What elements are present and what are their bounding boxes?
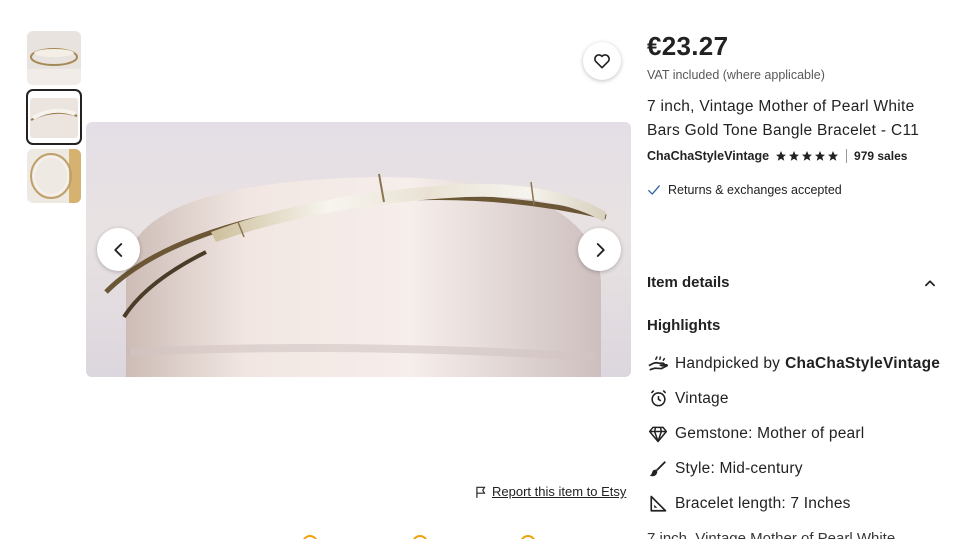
divider <box>846 149 848 163</box>
price: €23.27 <box>647 31 729 61</box>
sales-count: 979 sales <box>854 149 908 163</box>
product-title: 7 inch, Vintage Mother of Pearl White Ba… <box>647 98 920 139</box>
decorative-circle <box>412 535 428 539</box>
ruler-icon <box>648 494 668 514</box>
highlight-text: Handpicked by <box>675 354 781 372</box>
heart-icon <box>594 54 610 69</box>
vat-note: VAT included (where applicable) <box>647 68 825 82</box>
star-icon <box>828 151 839 161</box>
brush-icon <box>648 459 668 479</box>
highlight-text: Style: Mid-century <box>675 459 803 477</box>
highlights-heading: Highlights <box>647 317 721 334</box>
thumbnail-3[interactable] <box>27 149 81 203</box>
highlight-text: Gemstone: Mother of pearl <box>675 424 865 442</box>
returns-text: Returns & exchanges accepted <box>668 183 842 197</box>
highlight-vintage: Vintage <box>648 381 940 416</box>
description-preview: 7 inch, Vintage Mother of Pearl White <box>647 530 896 539</box>
highlight-handpicked: Handpicked by ChaChaStyleVintage <box>648 346 940 381</box>
decorative-circle <box>520 535 536 539</box>
star-icon <box>789 151 800 161</box>
thumbnail-1[interactable] <box>27 31 81 85</box>
clock-icon <box>648 389 668 409</box>
hand-icon <box>648 354 668 374</box>
report-item-link[interactable]: Report this item to Etsy <box>474 484 626 499</box>
checkmark-icon <box>648 185 660 195</box>
shop-name-link[interactable]: ChaChaStyleVintage <box>647 149 769 163</box>
chevron-up-icon <box>925 279 935 286</box>
star-icon <box>815 151 826 161</box>
item-details-heading: Item details <box>647 274 730 291</box>
thumbnail-strip <box>26 31 82 208</box>
shop-row: ChaChaStyleVintage 979 sales <box>647 149 907 163</box>
gem-icon <box>648 424 668 444</box>
highlight-gemstone: Gemstone: Mother of pearl <box>648 416 940 451</box>
rating-stars <box>775 150 839 162</box>
favorite-button[interactable] <box>583 42 621 80</box>
highlight-shop-name: ChaChaStyleVintage <box>785 354 941 372</box>
highlights-list: Handpicked by ChaChaStyleVintage Vintage… <box>648 346 940 521</box>
star-icon <box>802 151 813 161</box>
item-details-toggle[interactable]: Item details <box>647 274 937 291</box>
star-icon <box>776 151 787 161</box>
previous-image-button[interactable] <box>97 228 140 271</box>
highlight-text: Bracelet length: 7 Inches <box>675 494 851 512</box>
main-product-image <box>86 122 631 377</box>
highlight-style: Style: Mid-century <box>648 451 940 486</box>
decorative-circle <box>302 535 318 539</box>
next-image-button[interactable] <box>578 228 621 271</box>
highlight-length: Bracelet length: 7 Inches <box>648 486 940 521</box>
chevron-left-icon <box>113 242 122 257</box>
report-item-label[interactable]: Report this item to Etsy <box>492 484 626 499</box>
flag-icon <box>476 486 486 498</box>
highlight-text: Vintage <box>675 389 729 407</box>
returns-policy: Returns & exchanges accepted <box>647 183 842 197</box>
thumbnail-2[interactable] <box>26 89 82 145</box>
chevron-right-icon <box>596 242 605 257</box>
